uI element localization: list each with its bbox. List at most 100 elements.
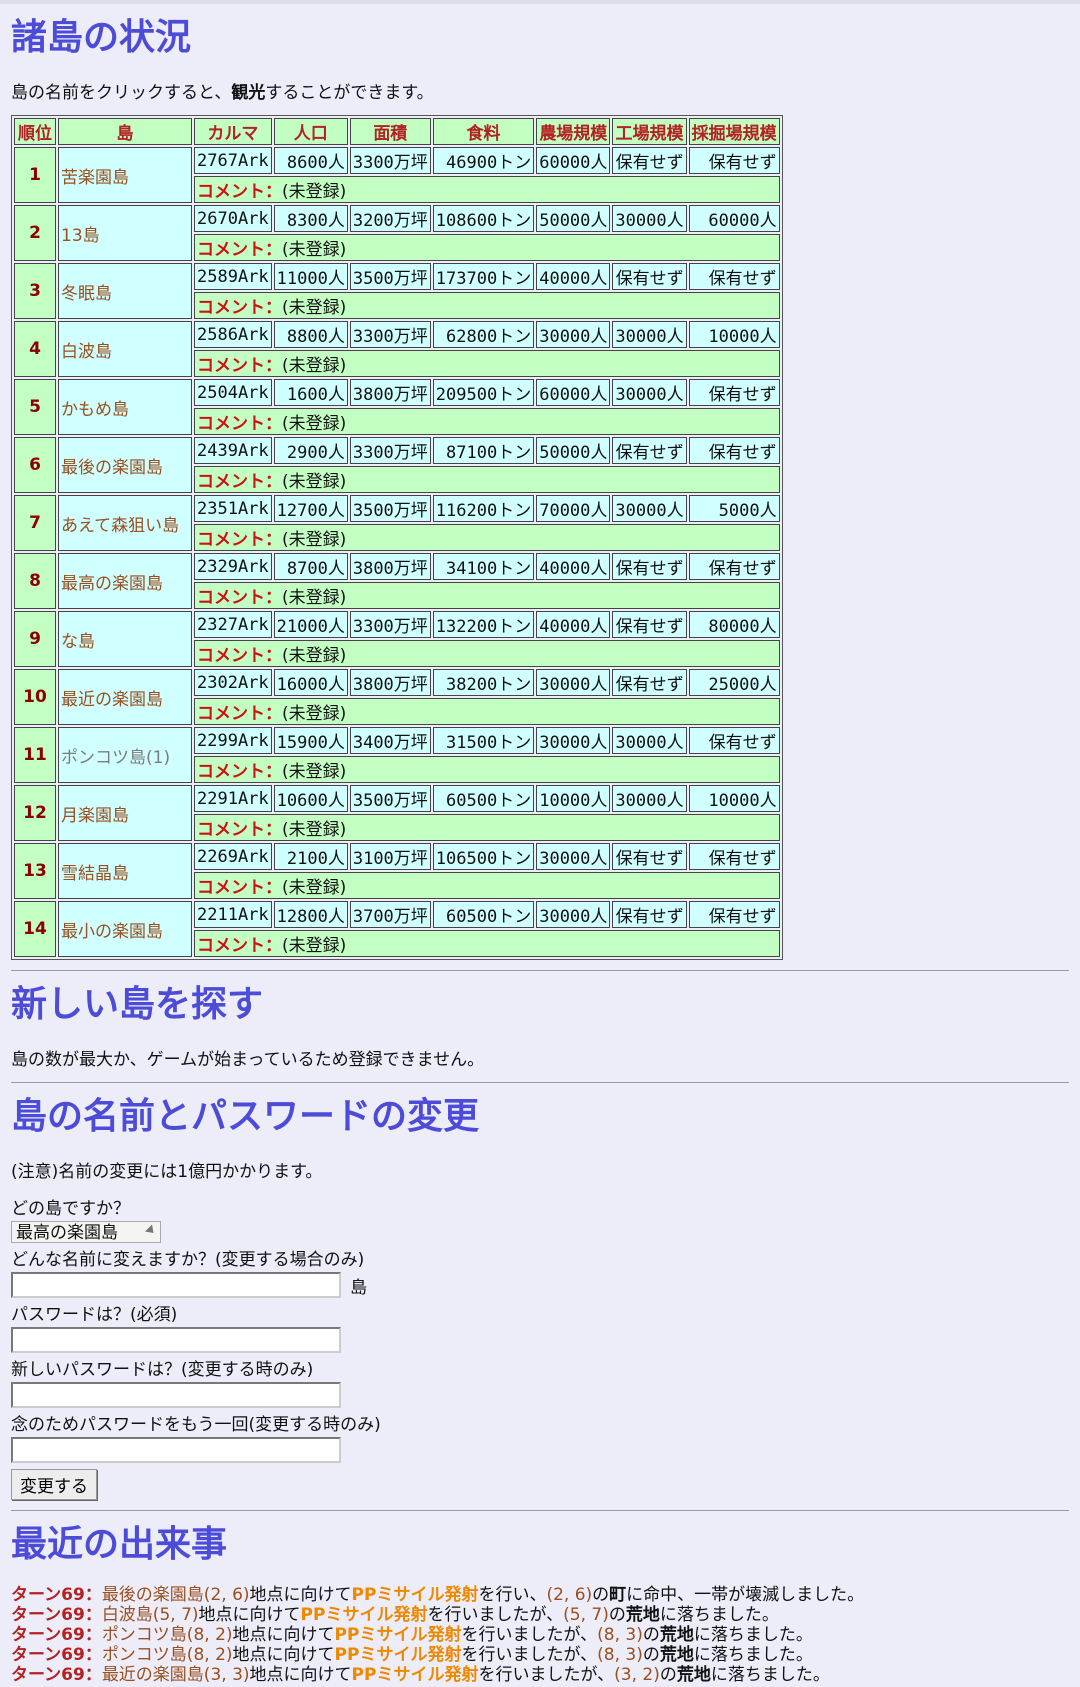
- value-cell-farm: 50000人: [536, 205, 611, 232]
- island-name-link[interactable]: あえて森狙い島: [58, 495, 192, 551]
- value-cell-farm: 50000人: [536, 437, 611, 464]
- value-cell-karma: 2269Ark: [194, 843, 272, 870]
- island-name-link[interactable]: 最近の楽園島: [58, 669, 192, 725]
- event-line: ターン69：最後の楽園島(2, 6)地点に向けてPPミサイル発射を行い、(2, …: [11, 1585, 1069, 1605]
- header-island: 島: [58, 118, 192, 145]
- new-island-message: 島の数が最大か、ゲームが始まっているため登録できません。: [11, 1050, 485, 1070]
- confirm-password-input[interactable]: [11, 1437, 341, 1463]
- event-t1: 地点に向けて: [232, 1625, 335, 1645]
- table-header-row: 順位 島 カルマ 人口 面積 食料 農場規模 工場規模 採掘場規模: [14, 118, 780, 145]
- value-cell-pop: 12800人: [273, 901, 348, 928]
- island-name-link[interactable]: 白波島: [58, 321, 192, 377]
- island-name-link[interactable]: 苦楽園島: [58, 147, 192, 203]
- rank-cell: 8: [14, 553, 56, 609]
- table-row: 3 冬眠島 2589Ark 11000人 3500万坪 173700トン 40000人 保有せ…: [14, 263, 780, 319]
- value-cell-karma: 2329Ark: [194, 553, 272, 580]
- value-cell-food: 87100トン: [432, 437, 535, 464]
- value-cell-factory: 保有せず: [612, 901, 687, 928]
- rank-cell: 2: [14, 205, 56, 261]
- value-cell-mine: 5000人: [688, 495, 780, 522]
- event-turn: ターン69: [11, 1665, 85, 1685]
- island-name-link[interactable]: 月楽園島: [58, 785, 192, 841]
- comment-cell: コメント：(未登録): [194, 930, 780, 957]
- event-t4: に落ちました。: [693, 1645, 813, 1665]
- header-farm: 農場規模: [536, 118, 611, 145]
- change-note: (注意)名前の変更には1億円かかります。: [11, 1162, 323, 1182]
- island-select[interactable]: 最高の楽園島: [11, 1221, 161, 1243]
- table-row: 11 ポンコツ島(1) 2299Ark 15900人 3400万坪 31500トン 3000…: [14, 727, 780, 783]
- island-name-link[interactable]: かもめ島: [58, 379, 192, 435]
- value-cell-pop: 8300人: [273, 205, 348, 232]
- value-cell-farm: 30000人: [536, 901, 611, 928]
- value-cell-karma: 2670Ark: [194, 205, 272, 232]
- comment-label: コメント：: [197, 646, 282, 666]
- comment-cell: コメント：(未登録): [194, 640, 780, 667]
- comment-text: (未登録): [282, 762, 347, 782]
- header-mine: 採掘場規模: [688, 118, 780, 145]
- island-name-link[interactable]: 最小の楽園島: [58, 901, 192, 957]
- rank-cell: 5: [14, 379, 56, 435]
- comment-text: (未登録): [282, 936, 347, 956]
- value-cell-pop: 2100人: [273, 843, 348, 870]
- comment-text: (未登録): [282, 878, 347, 898]
- value-cell-karma: 2589Ark: [194, 263, 272, 290]
- value-cell-mine: 10000人: [688, 785, 780, 812]
- new-name-input[interactable]: [11, 1272, 341, 1298]
- event-island[interactable]: ポンコツ島(8, 2): [102, 1625, 233, 1645]
- comment-label: コメント：: [197, 356, 282, 376]
- value-cell-area: 3500万坪: [349, 785, 431, 812]
- event-turn: ターン69: [11, 1625, 85, 1645]
- value-cell-food: 132200トン: [432, 611, 535, 638]
- event-t4: に落ちました。: [710, 1665, 830, 1685]
- comment-cell: コメント：(未登録): [194, 756, 780, 783]
- island-name-link[interactable]: 最高の楽園島: [58, 553, 192, 609]
- event-island[interactable]: 最後の楽園島(2, 6): [102, 1585, 250, 1605]
- table-row: 9 な島 2327Ark 21000人 3300万坪 132200トン 40000人 保有せず…: [14, 611, 780, 667]
- event-island[interactable]: ポンコツ島(8, 2): [102, 1645, 233, 1665]
- comment-cell: コメント：(未登録): [194, 292, 780, 319]
- comment-cell: コメント：(未登録): [194, 524, 780, 551]
- value-cell-food: 116200トン: [432, 495, 535, 522]
- value-cell-factory: 保有せず: [612, 843, 687, 870]
- event-t1: 地点に向けて: [232, 1645, 335, 1665]
- value-cell-karma: 2302Ark: [194, 669, 272, 696]
- value-cell-karma: 2767Ark: [194, 147, 272, 174]
- value-cell-farm: 30000人: [536, 727, 611, 754]
- event-missile: PPミサイル発射: [300, 1605, 428, 1625]
- value-cell-food: 34100トン: [432, 553, 535, 580]
- value-cell-pop: 1600人: [273, 379, 348, 406]
- value-cell-karma: 2211Ark: [194, 901, 272, 928]
- event-hit: (8, 3): [597, 1645, 643, 1665]
- island-name-link[interactable]: 雪結晶島: [58, 843, 192, 899]
- rank-cell: 1: [14, 147, 56, 203]
- event-turn: ターン69: [11, 1605, 85, 1625]
- password-input[interactable]: [11, 1327, 341, 1353]
- value-cell-area: 3200万坪: [349, 205, 431, 232]
- value-cell-factory: 30000人: [612, 495, 687, 522]
- note-text: 島の名前をクリックすると、: [11, 83, 232, 103]
- event-target: 荒地: [676, 1665, 711, 1685]
- island-name-link[interactable]: ポンコツ島(1): [58, 727, 192, 783]
- value-cell-area: 3300万坪: [349, 321, 431, 348]
- change-submit-button[interactable]: 変更する: [11, 1469, 97, 1500]
- new-password-input[interactable]: [11, 1382, 341, 1408]
- comment-label: コメント：: [197, 240, 282, 260]
- comment-cell: コメント：(未登録): [194, 408, 780, 435]
- island-name-link[interactable]: 冬眠島: [58, 263, 192, 319]
- comment-label: コメント：: [197, 530, 282, 550]
- island-name-link[interactable]: な島: [58, 611, 192, 667]
- value-cell-mine: 80000人: [688, 611, 780, 638]
- event-island[interactable]: 白波島(5, 7): [102, 1605, 199, 1625]
- event-t1: 地点に向けて: [249, 1665, 352, 1685]
- new-name-label: どんな名前に変えますか？(変更する場合のみ): [11, 1250, 365, 1270]
- status-note: 島の名前をクリックすると、観光することができます。: [11, 78, 1069, 103]
- event-island[interactable]: 最近の楽園島(3, 3): [102, 1665, 250, 1685]
- table-row: 7 あえて森狙い島 2351Ark 12700人 3500万坪 116200トン 70000…: [14, 495, 780, 551]
- island-name-link[interactable]: 13島: [58, 205, 192, 261]
- event-t3: の: [608, 1605, 626, 1625]
- island-name-link[interactable]: 最後の楽園島: [58, 437, 192, 493]
- value-cell-area: 3300万坪: [349, 147, 431, 174]
- value-cell-pop: 8700人: [273, 553, 348, 580]
- event-sep: ：: [84, 1625, 102, 1645]
- value-cell-farm: 30000人: [536, 321, 611, 348]
